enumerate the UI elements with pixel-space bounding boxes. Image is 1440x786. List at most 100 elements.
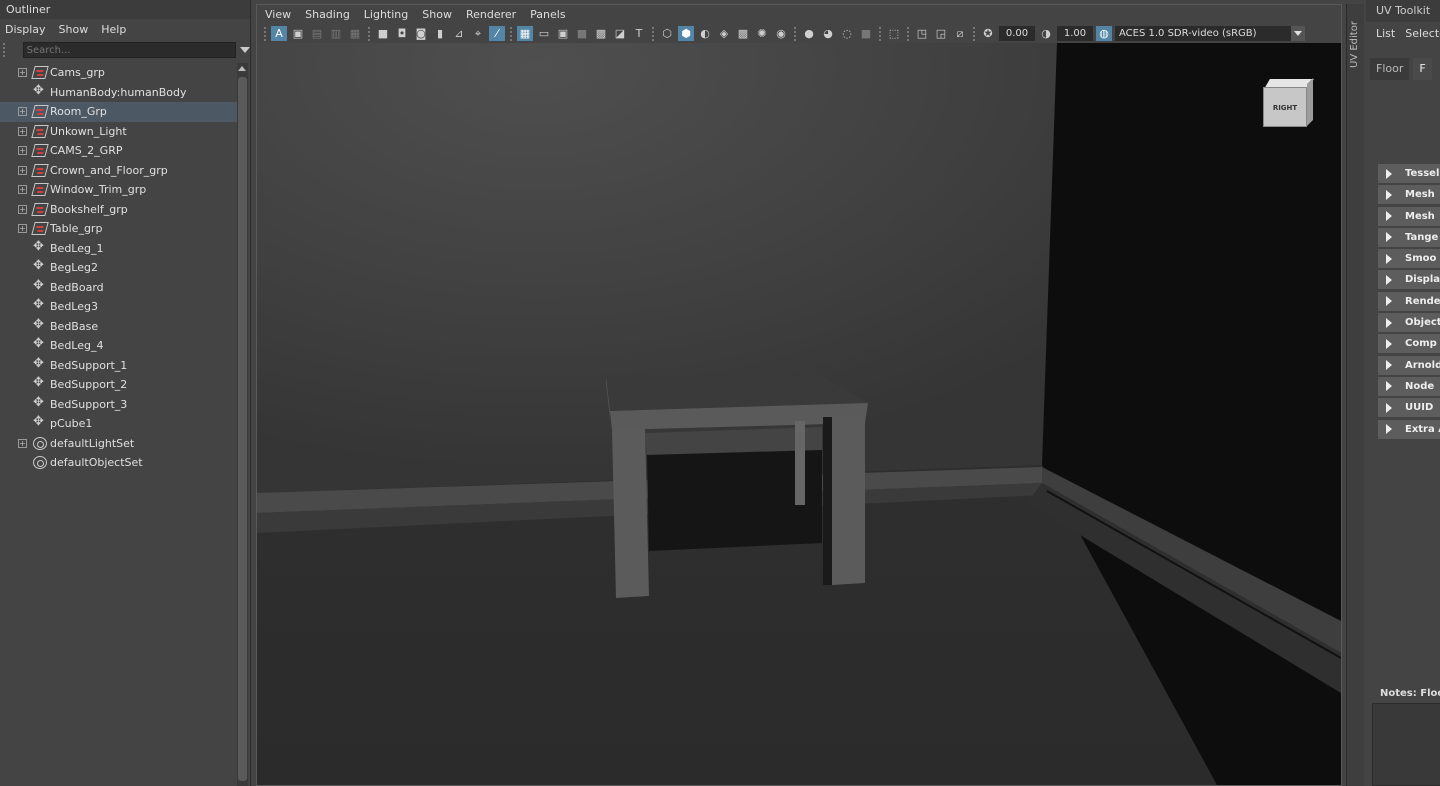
chevron-down-icon[interactable]	[1291, 26, 1305, 41]
attribute-section-header[interactable]: Tessell	[1378, 164, 1440, 183]
depth-of-field-icon[interactable]: ■	[858, 26, 874, 41]
expand-plus-icon[interactable]: +	[18, 126, 27, 136]
expand-triangle-icon[interactable]	[1386, 274, 1392, 285]
expand-plus-icon[interactable]: +	[18, 107, 27, 116]
outliner-item[interactable]: BedSupport_1	[0, 356, 237, 376]
expand-plus-icon[interactable]: +	[18, 146, 27, 155]
menu-selected[interactable]: Selecte	[1405, 27, 1440, 40]
view-cube-side[interactable]	[1307, 78, 1313, 126]
attribute-section-header[interactable]: Object	[1378, 313, 1440, 333]
expand-triangle-icon[interactable]	[1386, 168, 1392, 179]
attribute-section-header[interactable]: Arnold	[1378, 355, 1440, 375]
outliner-item[interactable]: BegLeg2	[0, 258, 237, 278]
field-chart-icon[interactable]: ⊿	[451, 26, 467, 41]
outliner-item[interactable]: defaultObjectSet	[0, 453, 237, 473]
attribute-section-header[interactable]: Displa	[1378, 270, 1440, 290]
bookmark-icon[interactable]: ▤	[309, 26, 325, 41]
view-cube[interactable]: RIGHT	[1263, 77, 1314, 127]
multisample-aa-icon[interactable]: ◌	[839, 26, 855, 41]
menu-list[interactable]: List	[1376, 27, 1395, 40]
expand-plus-icon[interactable]: +	[18, 224, 27, 233]
outliner-menu-display[interactable]: Display	[5, 23, 46, 36]
outliner-item[interactable]: BedLeg3	[0, 297, 237, 317]
xray-active-icon[interactable]: ◳	[914, 26, 930, 41]
camera-attributes-icon[interactable]: ▣	[290, 26, 306, 41]
outliner-scroll-thumb[interactable]	[238, 77, 247, 781]
text-icon[interactable]: T	[631, 26, 647, 41]
color-space-dropdown[interactable]: ACES 1.0 SDR-video (sRGB)	[1115, 26, 1305, 41]
viewport-menu-view[interactable]: View	[265, 8, 291, 21]
outliner-menu-help[interactable]: Help	[101, 23, 126, 36]
gamma-field[interactable]: 1.00	[1057, 26, 1093, 41]
outliner-item[interactable]: HumanBody:humanBody	[0, 83, 237, 103]
viewport-menu-panels[interactable]: Panels	[530, 8, 565, 21]
expand-plus-icon[interactable]: +	[18, 204, 27, 214]
outliner-item[interactable]: BedLeg_4	[0, 336, 237, 356]
tab-floor-shape[interactable]: F	[1413, 58, 1432, 80]
expand-triangle-icon[interactable]	[1386, 381, 1392, 392]
shaded-cube-icon[interactable]: ⬢	[678, 26, 694, 41]
scroll-up-icon[interactable]	[238, 66, 246, 71]
xray-joints-icon[interactable]: ▩	[735, 26, 751, 41]
expand-plus-icon[interactable]: +	[18, 68, 27, 77]
attribute-section-header[interactable]: Comp	[1378, 334, 1440, 354]
expand-plus-icon[interactable]: +	[18, 165, 27, 175]
outliner-item[interactable]: BedLeg_1	[0, 239, 237, 259]
viewport-menu-shading[interactable]: Shading	[305, 8, 350, 21]
expand-triangle-icon[interactable]	[1386, 296, 1392, 307]
attribute-section-header[interactable]: Extra A	[1378, 419, 1440, 439]
outliner-item[interactable]: + Window_Trim_grp	[0, 180, 237, 200]
outliner-item[interactable]: BedBoard	[0, 278, 237, 298]
expand-triangle-icon[interactable]	[1386, 424, 1392, 435]
scene-render[interactable]	[257, 43, 1341, 785]
attribute-section-header[interactable]: Node	[1378, 376, 1440, 396]
isolate-select-icon[interactable]: ⬚	[886, 26, 902, 41]
notes-textarea[interactable]	[1372, 703, 1440, 786]
exposure-icon[interactable]: ✪	[980, 26, 996, 41]
resolution-icon[interactable]: ⧄	[952, 26, 968, 41]
grip-handle-icon[interactable]	[3, 43, 17, 57]
bounding-box-icon[interactable]: ▩	[593, 26, 609, 41]
outliner-item[interactable]: + Table_grp	[0, 219, 237, 239]
use-default-material-icon[interactable]: ◐	[697, 26, 713, 41]
outliner-item[interactable]: + Crown_and_Floor_grp	[0, 161, 237, 181]
outliner-item[interactable]: + Room_Grp	[0, 102, 237, 122]
image-plane-icon[interactable]: ▥	[328, 26, 344, 41]
outliner-menu-show[interactable]: Show	[59, 23, 89, 36]
xray-icon[interactable]: ◈	[716, 26, 732, 41]
expand-triangle-icon[interactable]	[1386, 402, 1392, 413]
safe-action-icon[interactable]: ⌖	[470, 26, 486, 41]
outliner-item[interactable]: + Cams_grp	[0, 63, 237, 83]
screen-space-ao-icon[interactable]: ●	[801, 26, 817, 41]
expand-triangle-icon[interactable]	[1386, 211, 1392, 222]
viewport-menu-renderer[interactable]: Renderer	[466, 8, 516, 21]
search-dropdown-icon[interactable]	[240, 47, 250, 53]
backface-culling-icon[interactable]: ◲	[933, 26, 949, 41]
expand-triangle-icon[interactable]	[1386, 360, 1392, 371]
attribute-section-header[interactable]: Tange	[1378, 227, 1440, 247]
outliner-item[interactable]: + Unkown_Light	[0, 122, 237, 142]
gate-mask-icon[interactable]: ▮	[432, 26, 448, 41]
expand-plus-icon[interactable]: +	[18, 438, 27, 448]
attribute-section-header[interactable]: UUID	[1378, 398, 1440, 418]
outliner-item[interactable]: + CAMS_2_GRP	[0, 141, 237, 161]
viewport-menu-show[interactable]: Show	[422, 8, 452, 21]
expand-triangle-icon[interactable]	[1386, 338, 1392, 349]
select-camera-icon[interactable]: A	[271, 26, 287, 41]
view-cube-face[interactable]: RIGHT	[1263, 87, 1307, 127]
outliner-item[interactable]: BedSupport_2	[0, 375, 237, 395]
two-d-pan-icon[interactable]: ▦	[347, 26, 363, 41]
outliner-item[interactable]: + Bookshelf_grp	[0, 200, 237, 220]
flat-shade-icon[interactable]: ■	[574, 26, 590, 41]
expand-triangle-icon[interactable]	[1386, 253, 1392, 264]
gamma-icon[interactable]: ◑	[1038, 26, 1054, 41]
textured-icon[interactable]: ◪	[612, 26, 628, 41]
outliner-item[interactable]: pCube1	[0, 414, 237, 434]
viewport-menu-lighting[interactable]: Lighting	[364, 8, 408, 21]
shadows-icon[interactable]: ◉	[773, 26, 789, 41]
outliner-item[interactable]: + defaultLightSet	[0, 434, 237, 454]
lights-icon[interactable]: ✺	[754, 26, 770, 41]
camera-icon[interactable]: ■	[375, 26, 391, 41]
outliner-item[interactable]: BedBase	[0, 317, 237, 337]
tab-floor[interactable]: Floor	[1370, 58, 1410, 80]
